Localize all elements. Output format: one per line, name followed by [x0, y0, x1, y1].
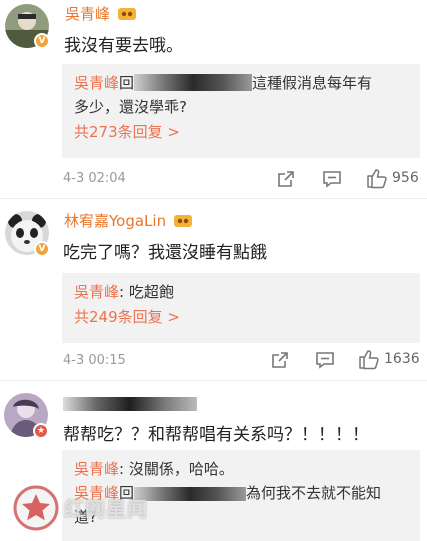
comment-icon [316, 352, 334, 369]
comment-item: V 吳青峰 我沒有要去哦。 吳青峰回 這種假消息每年有 多少，還沒學乖? 共273… [0, 0, 427, 196]
like-button[interactable]: 1636 [358, 348, 420, 370]
reply-username[interactable]: 吳青峰 [74, 460, 119, 478]
crown-badge-icon [117, 8, 136, 20]
redacted-username [134, 74, 253, 91]
share-button[interactable] [270, 349, 290, 371]
reply-box[interactable]: 吳青峰: 吃超飽 共249条回复 > [62, 273, 420, 343]
comment-username[interactable]: 吳青峰 [65, 3, 136, 24]
crown-badge-icon [173, 215, 192, 227]
reply-line: 吳青峰: 吃超飽 [74, 283, 174, 301]
comment-item: V 林宥嘉YogaLin 吃完了嗎？我還沒睡有點餓 吳青峰: 吃超飽 共249条… [0, 199, 427, 379]
verified-v-icon: V [34, 241, 50, 257]
thumbs-up-icon [359, 350, 379, 370]
thumbs-up-icon [367, 169, 387, 189]
comment-username[interactable]: 林宥嘉YogaLin [64, 210, 192, 231]
like-count: 956 [392, 170, 419, 186]
reply-line: 吳青峰: 沒關係，哈哈。 [74, 460, 234, 478]
reply-username[interactable]: 吳青峰 [74, 283, 119, 301]
star-logo-icon [13, 485, 59, 531]
reply-line-continued: 多少，還沒學乖? [74, 98, 187, 116]
comment-icon [323, 171, 341, 188]
share-icon [272, 352, 288, 368]
comment-button[interactable] [322, 168, 342, 190]
watermark-text: 红网星闻 [64, 497, 148, 521]
redacted-username [63, 397, 197, 411]
share-icon [278, 171, 294, 187]
more-replies-link[interactable]: 共249条回复 > [74, 304, 408, 330]
comment-timestamp: 4-3 02:04 [63, 171, 126, 186]
share-button[interactable] [276, 168, 296, 190]
comment-button[interactable] [315, 349, 335, 371]
reply-box[interactable]: 吳青峰回 這種假消息每年有 多少，還沒學乖? 共273条回复 > [62, 64, 420, 158]
watermark: 红网星闻 [12, 484, 172, 534]
reply-line: 吳青峰回 這種假消息每年有 [74, 74, 373, 92]
verified-v-icon: V [34, 33, 50, 49]
more-replies-link[interactable]: 共273条回复 > [74, 119, 408, 145]
reply-username[interactable]: 吳青峰 [74, 74, 119, 92]
like-button[interactable]: 956 [366, 167, 419, 189]
comment-timestamp: 4-3 00:15 [63, 353, 126, 368]
comment-text: 吃完了嗎？我還沒睡有點餓 [63, 243, 267, 263]
verified-v-icon: ★ [33, 423, 49, 439]
comment-text: 帮帮吃？？和帮帮唱有关系吗？！！！！ [63, 425, 369, 445]
like-count: 1636 [384, 351, 420, 367]
comment-text: 我沒有要去哦。 [64, 36, 183, 56]
